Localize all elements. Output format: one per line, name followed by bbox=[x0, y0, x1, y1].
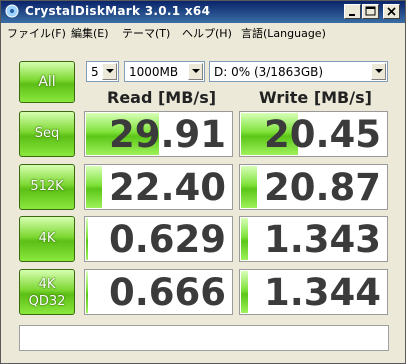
all-button-label: All bbox=[38, 74, 56, 90]
512k-write-cell: 20.87 bbox=[239, 164, 388, 210]
maximize-icon bbox=[365, 6, 376, 16]
minimize-button[interactable] bbox=[344, 4, 361, 19]
4k-qd32-write-bar bbox=[241, 271, 248, 313]
chevron-down-icon bbox=[192, 69, 200, 73]
4k-button[interactable]: 4K bbox=[19, 216, 75, 262]
all-button[interactable]: All bbox=[19, 61, 75, 103]
4k-qd32-button[interactable]: 4K QD32 bbox=[19, 269, 75, 315]
4k-read-bar bbox=[86, 218, 89, 260]
seq-read-value: 29.91 bbox=[108, 113, 226, 156]
512k-button-label: 512K bbox=[30, 179, 64, 194]
4k-qd32-read-cell: 0.666 bbox=[84, 269, 233, 315]
4k-qd32-button-label: 4K bbox=[38, 277, 56, 292]
test-size-value: 1000MB bbox=[129, 65, 179, 79]
test-size-dropdown-arrow[interactable] bbox=[188, 63, 203, 80]
seq-button[interactable]: Seq bbox=[19, 111, 75, 157]
test-count-select[interactable]: 5 bbox=[86, 61, 119, 82]
crystaldiskmark-icon bbox=[5, 4, 19, 18]
drive-value: D: 0% (3/1863GB) bbox=[214, 65, 324, 79]
512k-write-value: 20.87 bbox=[263, 166, 381, 209]
4k-qd32-write-cell: 1.344 bbox=[239, 269, 388, 315]
seq-read-cell: 29.91 bbox=[84, 111, 233, 157]
test-count-value: 5 bbox=[91, 65, 99, 79]
test-size-select[interactable]: 1000MB bbox=[124, 61, 205, 82]
512k-read-value: 22.40 bbox=[108, 166, 226, 209]
512k-read-cell: 22.40 bbox=[84, 164, 233, 210]
4k-qd32-read-bar bbox=[86, 271, 89, 313]
512k-write-bar bbox=[241, 166, 257, 208]
menu-bar: ファイル(F) 編集(E) テーマ(T) ヘルプ(H) 言語(Language) bbox=[1, 23, 405, 41]
512k-button[interactable]: 512K bbox=[19, 164, 75, 210]
app-window: CrystalDiskMark 3.0.1 x64 ファイル(F) 編集(E) … bbox=[0, 0, 406, 364]
chevron-down-icon bbox=[375, 69, 383, 73]
chevron-down-icon bbox=[106, 69, 114, 73]
4k-qd32-read-value: 0.666 bbox=[108, 271, 226, 314]
4k-read-cell: 0.629 bbox=[84, 216, 233, 262]
menu-theme[interactable]: テーマ(T) bbox=[122, 25, 170, 41]
minimize-icon bbox=[349, 14, 355, 16]
title-bar: CrystalDiskMark 3.0.1 x64 bbox=[1, 1, 405, 23]
4k-read-value: 0.629 bbox=[108, 218, 226, 261]
drive-dropdown-arrow[interactable] bbox=[371, 63, 386, 80]
close-icon bbox=[387, 7, 396, 16]
4k-write-cell: 1.343 bbox=[239, 216, 388, 262]
drive-select[interactable]: D: 0% (3/1863GB) bbox=[209, 61, 388, 82]
512k-read-bar bbox=[86, 166, 102, 208]
menu-language[interactable]: 言語(Language) bbox=[241, 25, 326, 41]
write-column-header: Write [MB/s] bbox=[259, 88, 372, 107]
4k-write-value: 1.343 bbox=[263, 218, 381, 261]
window-title: CrystalDiskMark 3.0.1 x64 bbox=[25, 4, 211, 18]
menu-edit[interactable]: 編集(E) bbox=[71, 25, 109, 41]
read-column-header: Read [MB/s] bbox=[107, 88, 217, 107]
seq-write-cell: 20.45 bbox=[239, 111, 388, 157]
test-count-dropdown-arrow[interactable] bbox=[102, 63, 117, 80]
menu-help[interactable]: ヘルプ(H) bbox=[182, 25, 232, 41]
maximize-button[interactable] bbox=[362, 4, 379, 19]
4k-qd32-write-value: 1.344 bbox=[263, 271, 381, 314]
comment-field[interactable] bbox=[19, 325, 389, 351]
seq-button-label: Seq bbox=[34, 126, 60, 141]
seq-write-value: 20.45 bbox=[263, 113, 381, 156]
4k-qd32-button-sublabel: QD32 bbox=[28, 294, 66, 309]
4k-write-bar bbox=[241, 218, 248, 260]
4k-button-label: 4K bbox=[38, 231, 56, 246]
menu-file[interactable]: ファイル(F) bbox=[7, 25, 66, 41]
close-button[interactable] bbox=[383, 4, 400, 19]
